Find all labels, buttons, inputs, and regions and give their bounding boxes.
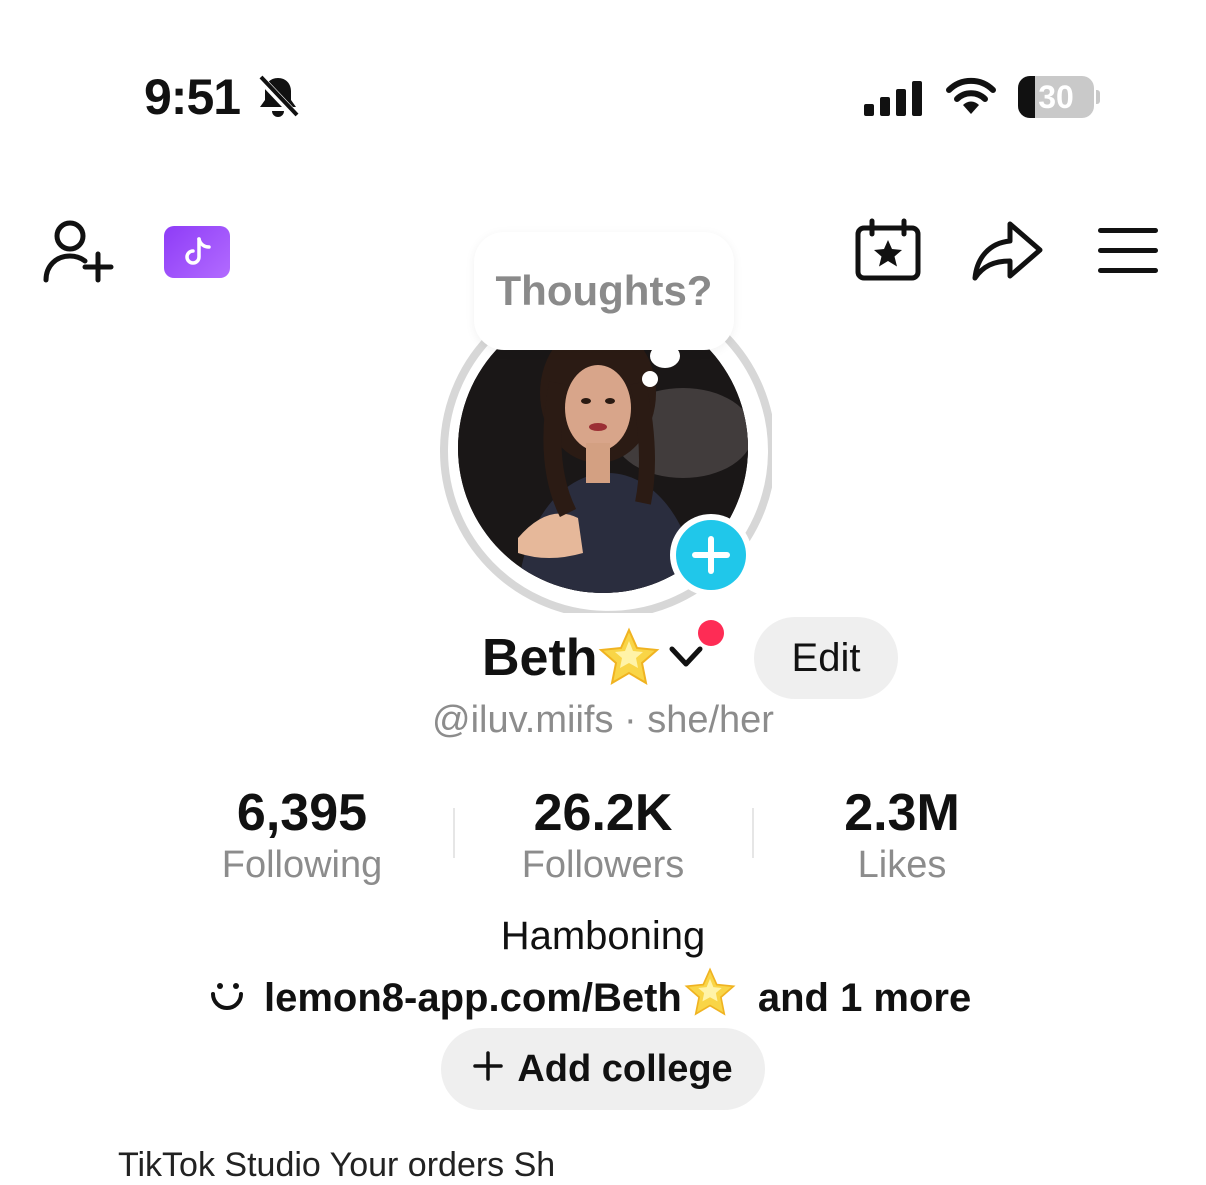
stat-label: Likes bbox=[857, 844, 947, 886]
add-college-button[interactable]: Add college bbox=[441, 1028, 765, 1110]
glowing-star-icon bbox=[684, 967, 736, 1029]
tiktok-ticket-icon[interactable] bbox=[164, 226, 230, 278]
battery-level: 30 bbox=[1038, 78, 1074, 115]
cellular-signal-icon bbox=[864, 80, 924, 121]
stat-followers[interactable]: 26.2K Followers bbox=[453, 784, 753, 888]
stat-label: Following bbox=[221, 844, 383, 886]
bubble-tail-dot bbox=[642, 371, 658, 387]
plus-icon bbox=[676, 520, 746, 590]
battery-icon: 30 bbox=[1018, 76, 1094, 118]
add-college-label: Add college bbox=[517, 1047, 733, 1090]
hamburger-menu-icon[interactable] bbox=[1098, 228, 1158, 279]
add-friend-icon[interactable] bbox=[42, 218, 114, 289]
bio-link[interactable]: lemon8-app.com/Beth bbox=[264, 976, 682, 1021]
status-time: 9:51 bbox=[144, 69, 241, 125]
add-story-button[interactable] bbox=[670, 514, 752, 596]
glowing-star-icon bbox=[598, 627, 660, 694]
share-icon[interactable] bbox=[970, 218, 1044, 289]
stat-likes[interactable]: 2.3M Likes bbox=[752, 784, 1052, 888]
profile-name: Beth bbox=[482, 629, 598, 687]
bio-text: Hamboning bbox=[500, 914, 706, 958]
calendar-star-icon[interactable] bbox=[854, 218, 922, 287]
battery-tip bbox=[1096, 90, 1100, 104]
smile-link-icon bbox=[210, 976, 244, 1021]
thoughts-bubble[interactable]: Thoughts? bbox=[474, 232, 734, 350]
stat-following[interactable]: 6,395 Following bbox=[152, 784, 452, 888]
edit-profile-button[interactable]: Edit bbox=[754, 617, 898, 699]
stat-value: 6,395 bbox=[236, 784, 368, 842]
shortcut-row-peek[interactable]: TikTok Studio Your orders Sh bbox=[118, 1146, 555, 1185]
bubble-tail bbox=[650, 344, 680, 368]
stat-label: Followers bbox=[521, 844, 685, 886]
stat-value: 2.3M bbox=[844, 784, 960, 842]
notification-dot bbox=[698, 620, 724, 646]
bell-muted-icon bbox=[256, 74, 300, 125]
bio-link-row[interactable]: lemon8-app.com/Beth and 1 more bbox=[210, 967, 971, 1029]
stat-value: 26.2K bbox=[533, 784, 673, 842]
plus-icon bbox=[473, 1048, 504, 1091]
wifi-icon bbox=[944, 76, 998, 121]
chevron-down-icon[interactable] bbox=[668, 644, 704, 675]
username-pronouns: @iluv.miifs · she/her bbox=[432, 699, 774, 741]
more-links[interactable]: and 1 more bbox=[758, 976, 971, 1021]
